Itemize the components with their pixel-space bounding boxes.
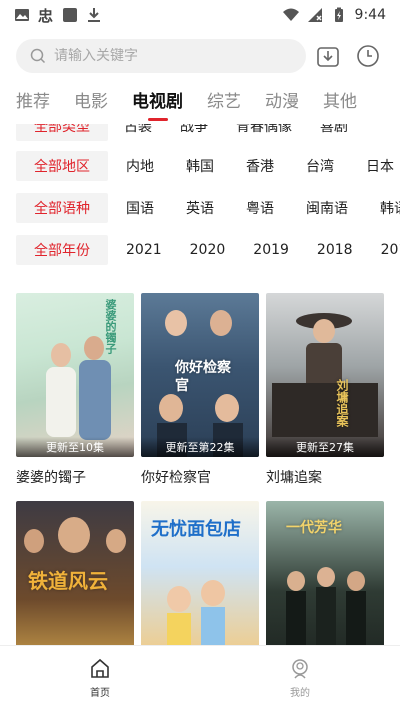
- profile-icon: [292, 659, 308, 679]
- show-title[interactable]: 你好检察官: [141, 467, 259, 487]
- poster-art-title: 刘墉追案: [335, 379, 349, 427]
- bottom-nav: 首页 我的: [0, 645, 400, 711]
- filter-option[interactable]: 日本: [366, 156, 394, 176]
- show-card[interactable]: 一代芳华: [266, 501, 384, 665]
- search-row: [16, 38, 384, 74]
- poster-image[interactable]: 一代芳华: [266, 501, 384, 665]
- tab-anime[interactable]: 动漫: [265, 88, 299, 118]
- poster-image[interactable]: 你好检察官 更新至第22集: [141, 293, 259, 457]
- category-tabs: 推荐 电影 电视剧 综艺 动漫 其他: [16, 86, 400, 120]
- status-time: 9:44: [354, 7, 386, 23]
- poster-image[interactable]: 婆婆的镯子 更新至10集: [16, 293, 134, 457]
- filter-option[interactable]: 战争: [180, 124, 208, 136]
- filter-option[interactable]: 内地: [126, 156, 154, 176]
- app-logo-icon: 忠: [38, 7, 53, 23]
- show-title[interactable]: 刘墉追案: [266, 467, 384, 487]
- nav-home-label: 首页: [90, 688, 110, 699]
- search-box[interactable]: [16, 39, 306, 73]
- filter-option[interactable]: 国语: [126, 198, 154, 218]
- poster-image[interactable]: 无忧面包店: [141, 501, 259, 665]
- poster-image[interactable]: 刘墉追案 更新至27集: [266, 293, 384, 457]
- update-badge: 更新至27集: [266, 437, 384, 457]
- status-bar: 忠 9:44: [0, 0, 400, 30]
- filter-option[interactable]: 2021: [126, 242, 162, 258]
- show-card[interactable]: 铁道风云: [16, 501, 134, 665]
- poster-art-title: 你好检察官: [175, 360, 231, 394]
- tab-other[interactable]: 其他: [323, 88, 357, 118]
- wifi-icon: [282, 8, 299, 21]
- filter-year-all[interactable]: 全部年份: [16, 235, 108, 265]
- filter-language-all[interactable]: 全部语种: [16, 193, 108, 223]
- filter-option[interactable]: 韩语: [380, 198, 400, 218]
- show-card[interactable]: 你好检察官 更新至第22集 你好检察官: [141, 293, 259, 487]
- filter-option[interactable]: 青春偶像: [236, 124, 292, 136]
- update-badge: 更新至10集: [16, 437, 134, 457]
- filter-row-region: 全部地区 内地 韩国 香港 台湾 日本: [0, 150, 400, 182]
- nav-profile[interactable]: 我的: [200, 646, 400, 711]
- signal-icon: [307, 8, 322, 22]
- filter-option[interactable]: 香港: [246, 156, 274, 176]
- filter-option[interactable]: 2020: [190, 242, 226, 258]
- poster-figures: [272, 313, 378, 437]
- home-icon: [91, 658, 109, 678]
- square-icon: [63, 8, 77, 22]
- image-icon: [15, 9, 29, 21]
- update-badge: 更新至第22集: [141, 437, 259, 457]
- filter-option[interactable]: 2018: [317, 242, 353, 258]
- filter-option[interactable]: 古装: [124, 124, 152, 136]
- tab-movie[interactable]: 电影: [74, 88, 108, 118]
- filter-option[interactable]: 英语: [186, 198, 214, 218]
- download-icon: [88, 8, 100, 22]
- show-title[interactable]: 婆婆的镯子: [16, 467, 134, 487]
- show-card[interactable]: 无忧面包店: [141, 501, 259, 665]
- filter-type-all[interactable]: 全部类型: [16, 124, 108, 141]
- poster-figures: [167, 580, 225, 665]
- poster-art-title: 铁道风云: [28, 569, 108, 593]
- search-input[interactable]: [54, 48, 274, 64]
- poster-image[interactable]: 铁道风云: [16, 501, 134, 665]
- filter-panel: 全部类型 古装 战争 青春偶像 喜剧 全部地区 内地 韩国 香港 台湾 日本 全…: [0, 124, 400, 274]
- nav-profile-label: 我的: [290, 688, 310, 699]
- nav-home[interactable]: 首页: [0, 646, 200, 711]
- tab-tv-series[interactable]: 电视剧: [132, 88, 183, 118]
- history-clock-icon[interactable]: [356, 44, 380, 68]
- filter-row-type: 全部类型 古装 战争 青春偶像 喜剧: [0, 124, 400, 142]
- download-box-icon[interactable]: [316, 44, 340, 68]
- filter-row-year: 全部年份 2021 2020 2019 2018 2017: [0, 234, 400, 266]
- tab-recommend[interactable]: 推荐: [16, 88, 50, 118]
- show-card[interactable]: 婆婆的镯子 更新至10集 婆婆的镯子: [16, 293, 134, 487]
- filter-option[interactable]: 喜剧: [320, 124, 348, 136]
- show-card[interactable]: 刘墉追案 更新至27集 刘墉追案: [266, 293, 384, 487]
- filter-row-language: 全部语种 国语 英语 粤语 闽南语 韩语: [0, 192, 400, 224]
- filter-option[interactable]: 韩国: [186, 156, 214, 176]
- tab-variety[interactable]: 综艺: [207, 88, 241, 118]
- poster-figures: [286, 567, 366, 651]
- filter-option[interactable]: 闽南语: [306, 198, 348, 218]
- filter-option[interactable]: 台湾: [306, 156, 334, 176]
- battery-icon: [334, 7, 343, 22]
- filter-region-all[interactable]: 全部地区: [16, 151, 108, 181]
- search-icon: [30, 48, 46, 64]
- filter-option[interactable]: 粤语: [246, 198, 274, 218]
- svg-text:忠: 忠: [38, 7, 53, 23]
- filter-option[interactable]: 2019: [253, 242, 289, 258]
- poster-figures: [46, 336, 111, 440]
- filter-option[interactable]: 2017: [381, 242, 400, 258]
